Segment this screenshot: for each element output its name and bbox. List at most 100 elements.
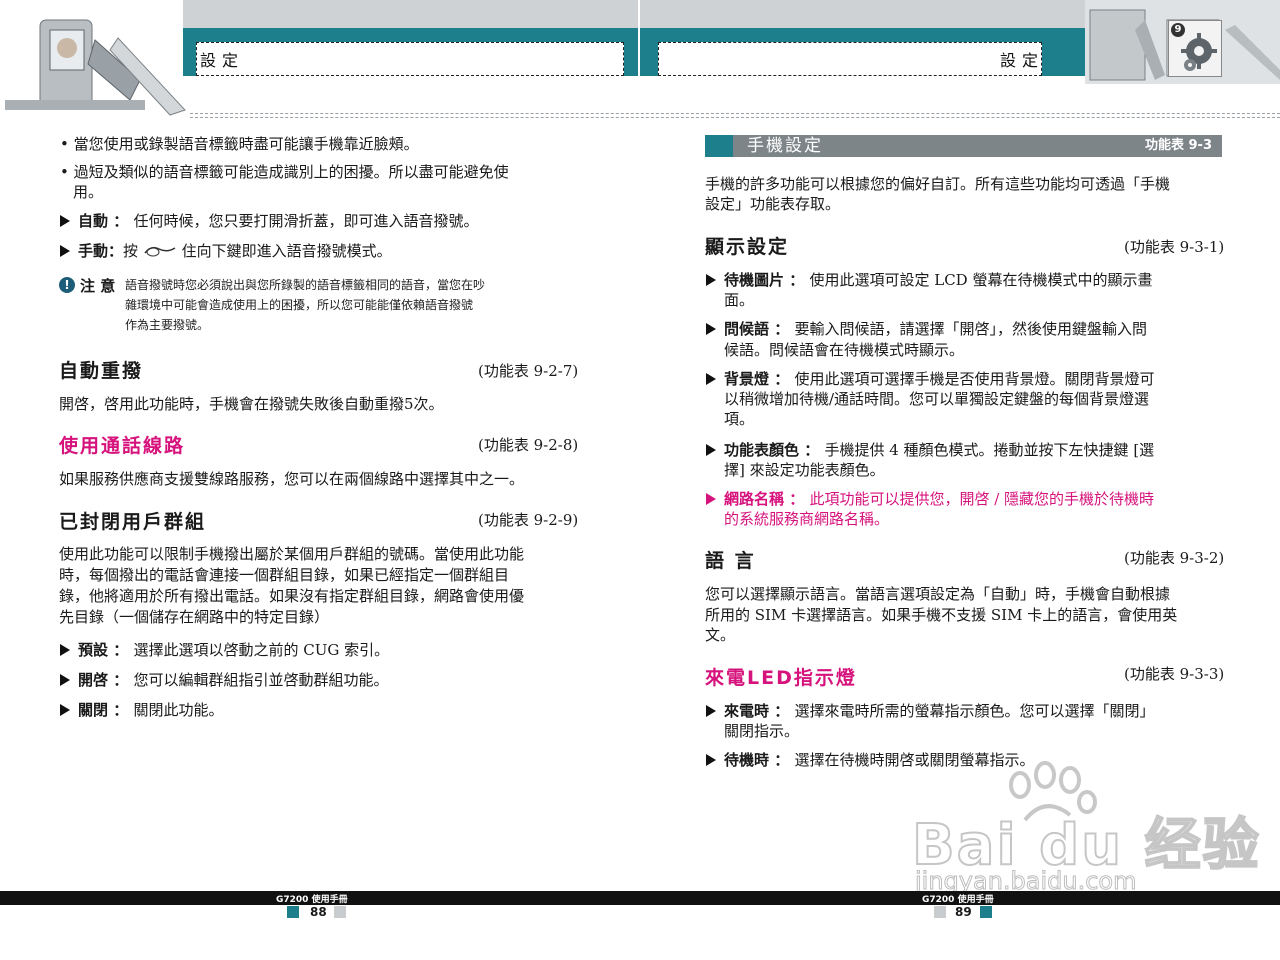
end-key-icon [144, 246, 176, 257]
list-item: • 過短及類似的語音標籤可能造成識別上的困擾。所以盡可能避免使 [60, 163, 509, 181]
section-title-call-line: 使用通話線路 [59, 435, 186, 457]
header-title-box-right [658, 42, 1042, 76]
banner-title: 手機設定 [747, 136, 823, 156]
option-label: 問候語 [724, 320, 770, 338]
triangle-bullet-icon [706, 274, 716, 286]
option-manual: 手動：按 住向下鍵即進入語音撥號模式。 [60, 241, 392, 261]
option-standby: 待機時 ： 選擇在待機時開啓或關閉螢幕指示。 [706, 750, 1034, 770]
triangle-bullet-icon [706, 444, 716, 456]
option-text: 關閉此功能。 [133, 701, 224, 719]
paragraph: 開啓，啓用此功能時，手機會在撥號失敗後自動重撥5次。 [59, 395, 444, 413]
paragraph: 如果服務供應商支援雙線路服務，您可以在兩個線路中選擇其中之一。 [59, 470, 525, 488]
triangle-bullet-icon [706, 373, 716, 385]
header-title-right: 設定 [1000, 51, 1045, 70]
menu-ref: (功能表 9-3-1) [1124, 238, 1225, 256]
page-number-right: 89 [955, 905, 972, 919]
menu-ref: (功能表 9-2-8) [478, 436, 579, 454]
section-title-cug: 已封閉用戶群組 [59, 511, 207, 533]
option-text-cont: 面。 [724, 291, 755, 309]
footer-square-teal [287, 906, 299, 918]
warning-icon: ! [59, 277, 75, 293]
page-number-left: 88 [310, 905, 327, 919]
paragraph-line: 手機的許多功能可以根據您的偏好自訂。所有這些功能均可透過「手機 [705, 175, 1171, 193]
menu-ref: (功能表 9-3-2) [1124, 549, 1225, 567]
triangle-bullet-icon [60, 215, 70, 227]
header-title-left: 設定 [200, 51, 245, 70]
triangle-bullet-icon [706, 705, 716, 717]
option-label: 關閉 [78, 701, 109, 719]
paragraph-line: 文。 [705, 626, 736, 644]
section-title-language: 語 言 [705, 550, 756, 572]
option-label: 網路名稱 [724, 490, 785, 508]
option-text-2: 住向下鍵即進入語音撥號模式。 [181, 242, 392, 260]
bullet-text-cont: 用。 [73, 183, 104, 201]
option-text-cont: 以稍微增加待機/通話時間。您可以單獨設定鍵盤的每個背景燈選 [724, 390, 1150, 408]
triangle-bullet-icon [60, 245, 70, 257]
header-dashed-rule [190, 113, 1280, 114]
paragraph-line: 時，每個撥出的電話會連接一個群組目錄，如果已經指定一個群組目 [59, 566, 510, 584]
paragraph-line: 您可以選擇顯示語言。當語言選項設定為「自動」時，手機會自動根據 [705, 585, 1171, 603]
bullet-text: 當您使用或錄製語音標籤時盡可能讓手機靠近臉頰。 [73, 135, 419, 153]
option-text: 使用此選項可設定 LCD 螢幕在待機模式中的顯示畫 [809, 271, 1153, 289]
option-menu-color: 功能表顏色 ： 手機提供 4 種顏色模式。捲動並按下左快捷鍵 [選 [706, 440, 1154, 460]
header-title-box-left [196, 42, 624, 76]
option-text: 您可以編輯群組指引並啓動群組功能。 [133, 671, 389, 689]
option-text: 選擇此選項以啓動之前的 CUG 索引。 [133, 641, 390, 659]
note-line: 雜環境中可能會造成使用上的困擾，所以您可能能僅依賴語音撥號 [125, 298, 474, 312]
menu-ref: (功能表 9-3-3) [1124, 665, 1225, 683]
section-title-auto-redial: 自動重撥 [59, 360, 144, 382]
footer-square-grey [934, 906, 946, 918]
menu-ref: (功能表 9-2-7) [478, 362, 579, 380]
footer-square-teal [980, 906, 992, 918]
option-label: 功能表顏色 [724, 441, 800, 459]
option-text-cont: 的系統服務商網路名稱。 [724, 510, 890, 528]
triangle-bullet-icon [60, 704, 70, 716]
footer-model-right: G7200 使用手冊 [922, 895, 994, 905]
triangle-bullet-icon [60, 674, 70, 686]
option-backlight: 背景燈 ： 使用此選項可選擇手機是否使用背景燈。關閉背景燈可 [706, 369, 1154, 389]
triangle-bullet-icon [706, 323, 716, 335]
note-label: 注 意 [80, 277, 116, 295]
option-off: 關閉 ： 關閉此功能。 [60, 700, 223, 720]
option-text: 此項功能可以提供您，開啓 / 隱藏您的手機於待機時 [809, 490, 1155, 508]
section-title-display: 顯示設定 [705, 236, 790, 258]
note-line: 作為主要撥號。 [125, 318, 210, 332]
paragraph-line: 設定」功能表存取。 [705, 195, 841, 213]
option-text: 要輸入問候語，請選擇「開啓」，然後使用鍵盤輸入問 [794, 320, 1147, 338]
option-text: 選擇來電時所需的螢幕指示顏色。您可以選擇「關閉」 [794, 702, 1155, 720]
option-text: 任何時候，您只要打開滑折蓋，即可進入語音撥號。 [133, 212, 479, 230]
paragraph-line: 先目錄（一個儲存在網路中的特定目錄） [59, 608, 330, 626]
option-on: 開啓 ： 您可以編輯群組指引並啓動群組功能。 [60, 670, 388, 690]
triangle-bullet-icon [706, 493, 716, 505]
option-label: 來電時 [724, 702, 770, 720]
option-incoming: 來電時 ： 選擇來電時所需的螢幕指示顏色。您可以選擇「關閉」 [706, 701, 1154, 721]
option-label: 開啓 [78, 671, 109, 689]
banner-accent [705, 135, 733, 157]
bullet-text: 過短及類似的語音標籤可能造成識別上的困擾。所以盡可能避免使 [73, 163, 509, 181]
option-greeting: 問候語 ： 要輸入問候語，請選擇「開啓」，然後使用鍵盤輸入問 [706, 319, 1147, 339]
footer-model-left: G7200 使用手冊 [276, 895, 348, 905]
option-text: 手機提供 4 種顏色模式。捲動並按下左快捷鍵 [選 [824, 441, 1155, 459]
section-title-led: 來電LED指示燈 [705, 667, 857, 689]
option-network-name: 網路名稱 ： 此項功能可以提供您，開啓 / 隱藏您的手機於待機時 [706, 489, 1154, 509]
option-text: 按 [123, 242, 139, 260]
section-banner: 手機設定 功能表 9-3 [705, 135, 1222, 157]
option-label: 手動 [78, 242, 109, 260]
banner-ref: 功能表 9-3 [1144, 138, 1212, 153]
header-grey-band-left [183, 0, 638, 28]
option-default: 預設 ： 選擇此選項以啓動之前的 CUG 索引。 [60, 640, 389, 660]
option-text: 使用此選項可選擇手機是否使用背景燈。關閉背景燈可 [794, 370, 1155, 388]
option-text-cont: 項。 [724, 410, 755, 428]
option-label: 待機時 [724, 751, 770, 769]
paragraph-line: 所用的 SIM 卡選擇語言。如果手機不支援 SIM 卡上的語言，會使用英 [705, 606, 1178, 624]
option-label: 待機圖片 [724, 271, 785, 289]
triangle-bullet-icon [60, 644, 70, 656]
option-label: 預設 [78, 641, 109, 659]
header-dashed-rule-2 [190, 117, 1280, 118]
option-label: 自動 [78, 212, 109, 230]
option-text-cont: 候語。問候語會在待機模式時顯示。 [724, 341, 965, 359]
settings-menu-box: 9 [1168, 20, 1222, 77]
menu-ref: (功能表 9-2-9) [478, 511, 579, 529]
footer-square-grey [334, 906, 346, 918]
option-label: 背景燈 [724, 370, 770, 388]
